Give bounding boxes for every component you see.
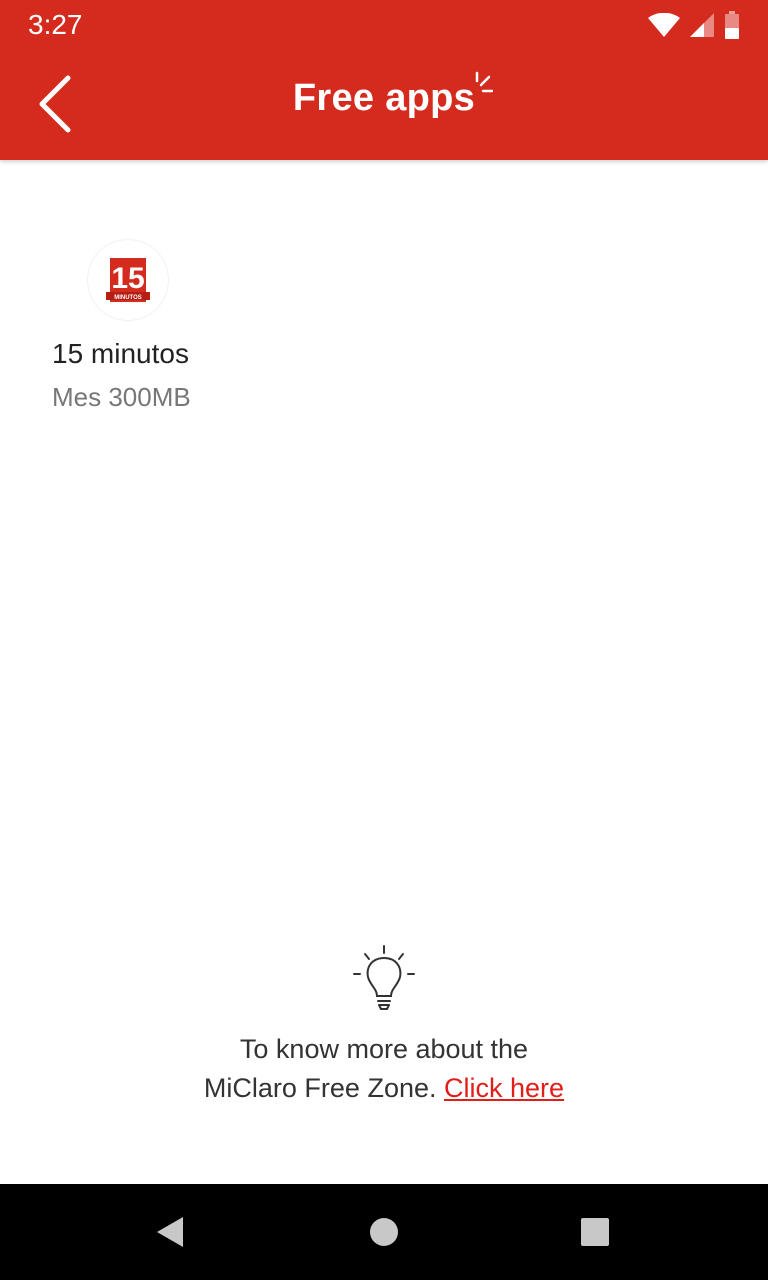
- app-logo: 15 MINUTOS: [88, 240, 168, 320]
- recents-square-icon: [581, 1218, 609, 1246]
- app-plan: Mes 300MB: [52, 382, 191, 412]
- lightbulb-icon: [353, 945, 415, 1010]
- wifi-icon: [648, 13, 680, 37]
- info-text: To know more about the MiClaro Free Zone…: [0, 1030, 768, 1108]
- nav-home-button[interactable]: [354, 1202, 414, 1262]
- svg-text:MINUTOS: MINUTOS: [114, 295, 142, 301]
- app-name: 15 minutos: [52, 338, 189, 369]
- screen: 3:27 Free apps 15 MINUTOS 15 minutos Mes…: [0, 0, 768, 1280]
- title-wrap: Free apps: [0, 70, 768, 126]
- battery-icon: [725, 11, 739, 39]
- page-title-text: Free apps: [292, 76, 476, 119]
- info-line-2-wrap: MiClaro Free Zone. Click here: [0, 1069, 768, 1108]
- nav-recents-button[interactable]: [565, 1202, 625, 1262]
- info-line-2: MiClaro Free Zone.: [203, 1073, 437, 1103]
- svg-text:15: 15: [111, 262, 144, 295]
- home-circle-icon: [370, 1218, 398, 1246]
- navigation-bar: [0, 1184, 768, 1280]
- nav-back-button[interactable]: [140, 1202, 200, 1262]
- info-line-1: To know more about the: [239, 1034, 529, 1064]
- app-item-15-minutos[interactable]: 15 MINUTOS 15 minutos Mes 300MB: [40, 232, 220, 432]
- 15-minutos-logo-icon: 15 MINUTOS: [106, 258, 150, 302]
- page-title: Free apps: [292, 71, 494, 120]
- status-icons: [648, 10, 740, 40]
- click-here-link[interactable]: Click here: [444, 1073, 564, 1103]
- cell-signal-icon: [690, 13, 714, 37]
- sparkle-icon: [475, 71, 494, 92]
- status-time: 3:27: [28, 9, 83, 40]
- back-triangle-icon: [157, 1217, 183, 1247]
- app-bar: 3:27 Free apps: [0, 0, 768, 160]
